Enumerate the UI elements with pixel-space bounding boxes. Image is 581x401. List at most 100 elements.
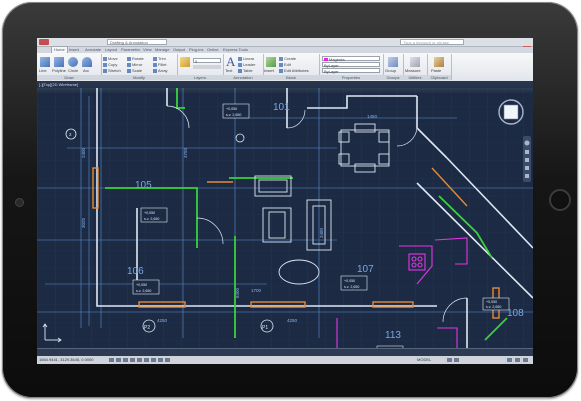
polyline-button[interactable]: Polyline [52,68,66,73]
group-icon[interactable] [388,57,398,67]
block-panel-title[interactable]: Block [263,75,319,80]
copy-label: Copy [108,62,118,67]
ribbon: Line Polyline Circle Arc Draw Move Rotat… [37,53,533,82]
viewcube-face[interactable] [503,104,519,120]
camera-icon [15,198,24,207]
utilities-panel: Measure Utilities [403,54,428,80]
otrack-icon[interactable] [144,358,149,362]
quick-view-layouts-icon[interactable] [447,358,452,362]
layer-tools-row[interactable] [193,65,221,69]
measure-icon[interactable] [410,57,420,67]
stretch-button[interactable]: Stretch [103,68,121,73]
fillet-button[interactable]: Fillet [153,62,166,67]
copy-button[interactable]: Copy [103,62,117,67]
paste-button[interactable]: Paste [431,68,441,73]
measure-button[interactable]: Measure [405,68,421,73]
polar-icon[interactable] [130,358,135,362]
layer-properties-icon[interactable] [180,57,190,67]
marker-p2-label: P2 [144,325,150,331]
workspace-dropdown[interactable]: Drafting & Annotation [107,39,167,45]
group-button[interactable]: Group [385,68,396,73]
mirror-button[interactable]: Mirror [127,62,142,67]
linetype-dropdown[interactable]: ByLayer [322,62,380,68]
color-dropdown[interactable]: Magenta [322,56,380,62]
home-button[interactable] [549,189,571,211]
quick-view-drawings-icon[interactable] [454,358,459,362]
insert-block-icon[interactable] [266,57,276,67]
groups-panel-title[interactable]: Groups [383,75,403,80]
move-button[interactable]: Move [103,56,118,61]
scale-button[interactable]: Scale [127,68,142,73]
utilities-panel-title[interactable]: Utilities [403,75,427,80]
lwt-icon[interactable] [165,358,170,362]
layer-dropdown[interactable]: 0 [193,58,221,64]
clean-screen-icon[interactable] [523,358,528,362]
move-label: Move [108,56,118,61]
trim-button[interactable]: Trim [153,56,166,61]
draw-panel-title[interactable]: Draw [37,75,101,80]
line-icon[interactable] [40,57,50,67]
steering-wheel-icon[interactable] [524,140,530,146]
annotation-panel-title[interactable]: Annotation [223,75,263,80]
application-menu-button[interactable] [39,39,49,45]
viewport-label[interactable]: [-][Top][2D Wireframe] [39,81,78,88]
rotate-label: Rotate [132,56,144,61]
tag-106-level: +0,050 [136,283,147,287]
room-105: 105 [135,180,152,191]
orbit-icon[interactable] [525,166,529,170]
search-input[interactable]: Type a keyword or phrase [400,39,464,45]
pan-icon[interactable] [525,150,529,154]
table-button[interactable]: Table [238,68,253,73]
text-icon[interactable]: A [226,55,235,68]
dim-mid-2: 8400 [235,287,240,298]
ducs-icon[interactable] [151,358,156,362]
create-block-button[interactable]: Create [279,56,296,61]
viewport-controls: [-][Top][2D Wireframe] [37,81,533,88]
tag-105-height: s.v. 2,650 [144,217,159,221]
modify-panel-title[interactable]: Modify [101,75,177,80]
edit-attributes-button[interactable]: Edit Attributes [279,68,309,73]
dyn-icon[interactable] [158,358,163,362]
autocad-screen: Drafting & Annotation Type a keyword or … [37,38,533,364]
zoom-icon[interactable] [525,158,529,162]
lock-icon[interactable] [515,358,520,362]
showmotion-icon[interactable] [525,174,529,178]
tag-101-level: +0,050 [226,107,237,111]
insert-button[interactable]: Insert [264,68,274,73]
layers-panel-title[interactable]: Layers [177,75,223,80]
leader-button[interactable]: Leader [238,62,255,67]
groups-panel: Group Groups [383,54,404,80]
osnap-icon[interactable] [137,358,142,362]
edit-block-button[interactable]: Edit [279,62,291,67]
circle-button[interactable]: Circle [68,68,78,73]
paste-icon[interactable] [434,57,444,67]
properties-panel-title[interactable]: Properties [319,75,383,80]
clipboard-panel-title[interactable]: Clipboard [427,75,451,80]
tag-101-height: s.v. 2,650 [226,113,241,117]
model-space-toggle[interactable]: MODEL [417,356,431,364]
circle-icon[interactable] [68,57,78,67]
mirror-label: Mirror [132,62,143,67]
linear-dim-button[interactable]: Linear [238,56,254,61]
lineweight-dropdown[interactable]: ByLayer [322,68,380,74]
table-label: Table [243,68,253,73]
text-button[interactable]: Text [225,68,232,73]
trim-label: Trim [158,56,166,61]
clipboard-panel: Paste Clipboard [427,54,452,80]
arc-button[interactable]: Arc [83,68,89,73]
snap-icon[interactable] [109,358,114,362]
rotate-button[interactable]: Rotate [127,56,144,61]
array-button[interactable]: Array [153,68,168,73]
drawing-canvas[interactable]: 101 105 106 107 108 113 +0,050 s.v. 2,65… [37,88,533,348]
ortho-icon[interactable] [123,358,128,362]
marker-p1-label: P1 [262,325,268,331]
grid-icon[interactable] [116,358,121,362]
dim-bottom-2: 4250 [287,318,298,323]
block-panel: Insert Create Edit Edit Attributes Block [263,54,320,80]
dim-left-2: 2400 [81,147,86,158]
arc-icon[interactable] [82,57,92,67]
leader-label: Leader [243,62,256,67]
workspace-switching-icon[interactable] [507,358,512,362]
line-button[interactable]: Line [39,68,47,73]
polyline-icon[interactable] [54,57,64,67]
